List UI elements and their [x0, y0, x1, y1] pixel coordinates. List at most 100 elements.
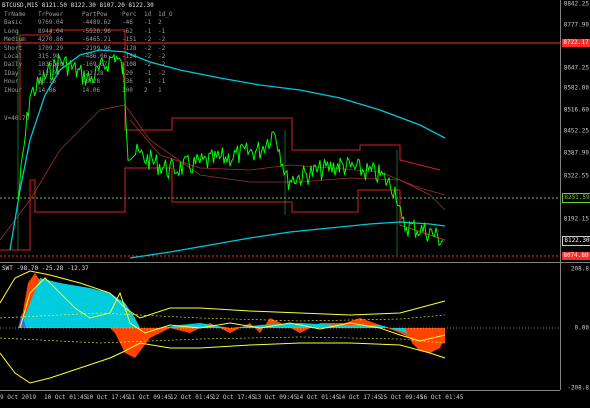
time-tick: 14 Oct 01:45	[296, 394, 340, 401]
swt-orange-area-2	[405, 328, 445, 353]
table-cell: -36	[122, 78, 133, 86]
swt-lower-envelope	[0, 342, 446, 384]
price-tick: 8322.55	[563, 172, 589, 180]
table-cell: 23.16	[38, 78, 57, 86]
table-cell: 315.98	[38, 53, 60, 61]
table-cell: -2	[144, 44, 152, 52]
slow-ma-line-2	[129, 119, 446, 196]
header-1d: 1d	[144, 11, 152, 18]
time-tick: 12 Oct 17:45	[212, 394, 256, 401]
table-cell: -46	[122, 19, 133, 27]
header-partpow: PartPow	[82, 11, 108, 18]
table-cell: -20	[122, 69, 133, 77]
table-cell: -1	[144, 19, 152, 27]
table-row: IHour 14.06 14.06 100 2 1	[4, 87, 176, 95]
price-tick: 8842.25	[563, 0, 589, 8]
price-tick: 8452.25	[563, 127, 589, 135]
time-tick: 10 Oct 01:45	[44, 394, 88, 401]
table-cell: 8944.04	[38, 27, 64, 35]
table-cell: 2	[144, 86, 148, 94]
table-cell: 1	[158, 86, 162, 94]
header-trname: TrName	[4, 11, 26, 18]
table-cell: -128	[122, 44, 137, 52]
swt-axis[interactable]: 208.8 0.00 -208.8	[560, 263, 590, 392]
table-cell: -4489.62	[82, 19, 111, 27]
table-cell: Long	[4, 27, 19, 35]
price-tag-current: 8122.30	[562, 236, 590, 246]
table-cell: -2	[144, 53, 152, 61]
table-cell: IHour	[4, 86, 23, 94]
chart-title: BTCUSD,M15 8121.50 8122.30 8107.20 8122.…	[2, 2, 154, 9]
table-cell: -2	[158, 44, 166, 52]
table-row: Hour 23.16 -8.28 -36 -1 -1	[4, 78, 176, 86]
time-tick: 11 Oct 09:45	[128, 394, 172, 401]
header-trpower: TrPower	[38, 11, 64, 18]
header-perc: Perc	[122, 11, 137, 18]
time-tick: 12 Oct 01:45	[170, 394, 214, 401]
swt-dotted-line-2	[0, 336, 446, 344]
time-tick: 13 Oct 09:45	[254, 394, 298, 401]
table-cell: -1	[144, 78, 152, 86]
table-cell: 4270.86	[38, 36, 64, 44]
long-ma-line	[129, 221, 446, 259]
volume-readout: V=40.79	[4, 115, 30, 122]
table-cell: 9769.04	[38, 19, 64, 27]
table-cell: -62	[122, 27, 133, 35]
table-row: Medium 4270.86 -6465.21 -151 -2 -2	[4, 36, 176, 44]
header-1d-o: 1d_O	[158, 11, 173, 18]
table-cell: -8.28	[82, 78, 101, 86]
table-cell: 1709.29	[38, 44, 64, 52]
table-cell: -2	[158, 61, 166, 69]
time-tick: 9 Oct 2019	[0, 394, 37, 401]
table-cell: -1	[158, 27, 166, 35]
table-row: Local 315.98 -486.06 -154 -2 -2	[4, 53, 176, 61]
price-tick: 8777.90	[563, 21, 589, 29]
table-cell: -2	[144, 61, 152, 69]
table-cell: -2199.96	[82, 44, 111, 52]
table-row: Long 8944.04 -5526.96 -62 -1 -1	[4, 28, 176, 36]
table-row: Short 1709.29 -2199.96 -128 -2 -2	[4, 45, 176, 53]
swt-indicator-pane[interactable]	[0, 263, 560, 390]
table-cell: Hour	[4, 78, 19, 86]
price-tick: 8387.90	[563, 149, 589, 157]
price-tick: 8582.00	[563, 84, 589, 92]
price-tick: 8192.15	[563, 215, 589, 223]
price-axis[interactable]: 8842.25 8777.90 8647.25 8582.00 8516.60 …	[560, 0, 590, 262]
time-tick: 10 Oct 17:45	[86, 394, 130, 401]
swt-tick: 208.8	[570, 265, 589, 273]
table-cell: -154	[122, 53, 137, 61]
table-cell: 14.06	[82, 86, 101, 94]
table-cell: -2	[158, 36, 166, 44]
table-cell: 2	[158, 19, 162, 27]
table-cell: -22.28	[82, 69, 104, 77]
table-cell: Short	[4, 44, 23, 52]
price-tag-support: 8251.59	[562, 193, 590, 203]
table-cell: -6465.21	[82, 36, 111, 44]
time-axis[interactable]: 9 Oct 2019 10 Oct 01:45 10 Oct 17:45 11 …	[0, 390, 560, 408]
table-cell: -5526.96	[82, 27, 111, 35]
swt-indicator-canvas[interactable]	[0, 263, 560, 390]
swt-indicator-title: SWT -98.70 -25.28 -12.37	[2, 265, 89, 272]
price-tag-lower: 8074.80	[562, 252, 590, 260]
table-cell: -2	[158, 53, 166, 61]
table-cell: -151	[122, 36, 137, 44]
table-row: IDay 112.04 -22.28 -20 -1 -2	[4, 70, 176, 78]
table-cell: Medium	[4, 36, 26, 44]
table-cell: -2	[144, 36, 152, 44]
table-row: Daily 1035.60 -169.07 -108 -2 -2	[4, 61, 176, 69]
table-cell: -2	[158, 69, 166, 77]
price-tick: 8516.60	[563, 106, 589, 114]
price-tick: 8647.25	[563, 64, 589, 72]
table-cell: -108	[122, 61, 137, 69]
trend-power-table: TrName TrPower PartPow Perc 1d 1d_O Basi…	[4, 11, 176, 95]
table-row: Basic 9769.04 -4489.62 -46 -1 2	[4, 19, 176, 27]
table-cell: 1035.60	[38, 61, 64, 69]
table-cell: -169.07	[82, 61, 108, 69]
table-cell: 14.06	[38, 86, 57, 94]
table-header: TrName TrPower PartPow Perc 1d 1d_O	[4, 11, 176, 19]
swt-tick: 0.00	[574, 324, 589, 332]
table-cell: 112.04	[38, 69, 60, 77]
table-cell: IDay	[4, 69, 19, 77]
price-tag-resistance: 8722.17	[562, 39, 590, 47]
table-cell: Basic	[4, 19, 23, 27]
